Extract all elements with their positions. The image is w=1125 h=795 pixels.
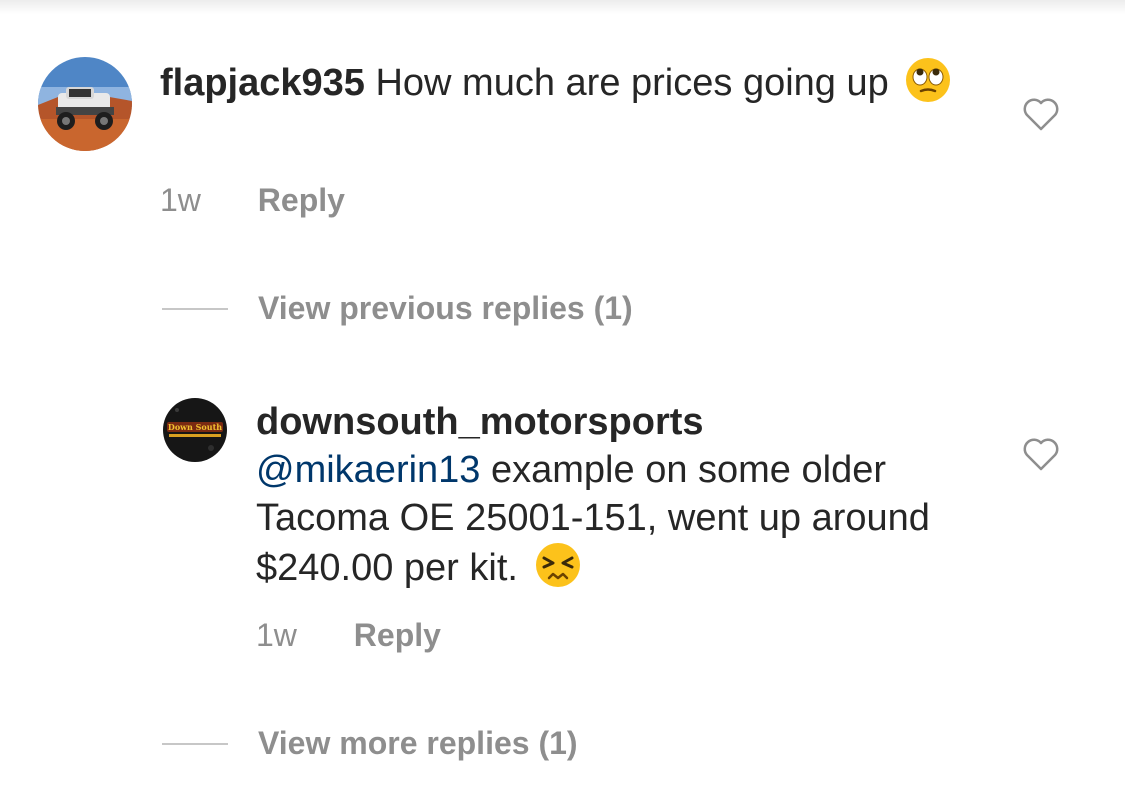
comment-timestamp: 1w bbox=[160, 182, 201, 218]
like-heart-icon[interactable] bbox=[1022, 96, 1060, 132]
view-previous-replies-label[interactable]: View previous replies (1) bbox=[258, 290, 633, 327]
reply-meta: 1w Reply bbox=[256, 615, 441, 655]
avatar[interactable] bbox=[38, 57, 132, 151]
comment-username[interactable]: flapjack935 bbox=[160, 62, 365, 104]
persevering-face-emoji-icon bbox=[535, 542, 581, 600]
top-shadow bbox=[0, 0, 1125, 14]
more-replies-divider bbox=[162, 742, 228, 745]
downsouth-logo-avatar: Down South bbox=[163, 398, 227, 462]
reply-text: downsouth_motorsports @mikaerin13 exampl… bbox=[256, 398, 946, 600]
reply-timestamp: 1w bbox=[256, 617, 297, 653]
avatar-truck-photo bbox=[38, 57, 132, 151]
comment-meta: 1w Reply bbox=[160, 180, 345, 220]
view-more-replies-label[interactable]: View more replies (1) bbox=[258, 725, 578, 762]
reply-username[interactable]: downsouth_motorsports bbox=[256, 401, 704, 443]
comment-reply-button[interactable]: Reply bbox=[258, 182, 345, 218]
comment-text: flapjack935 How much are prices going up bbox=[160, 57, 960, 115]
reply-like-heart-icon[interactable] bbox=[1022, 436, 1060, 472]
svg-text:Down South: Down South bbox=[168, 422, 222, 432]
reply-reply-button[interactable]: Reply bbox=[354, 617, 441, 653]
replies-divider bbox=[162, 307, 228, 310]
view-more-replies[interactable]: View more replies (1) bbox=[162, 725, 578, 762]
reply-mention-link[interactable]: @mikaerin13 bbox=[256, 449, 480, 491]
rolling-eyes-emoji-icon bbox=[905, 57, 951, 115]
comment-body: How much are prices going up bbox=[375, 62, 889, 104]
reply-avatar[interactable]: Down South bbox=[163, 398, 227, 462]
view-previous-replies[interactable]: View previous replies (1) bbox=[162, 290, 633, 327]
